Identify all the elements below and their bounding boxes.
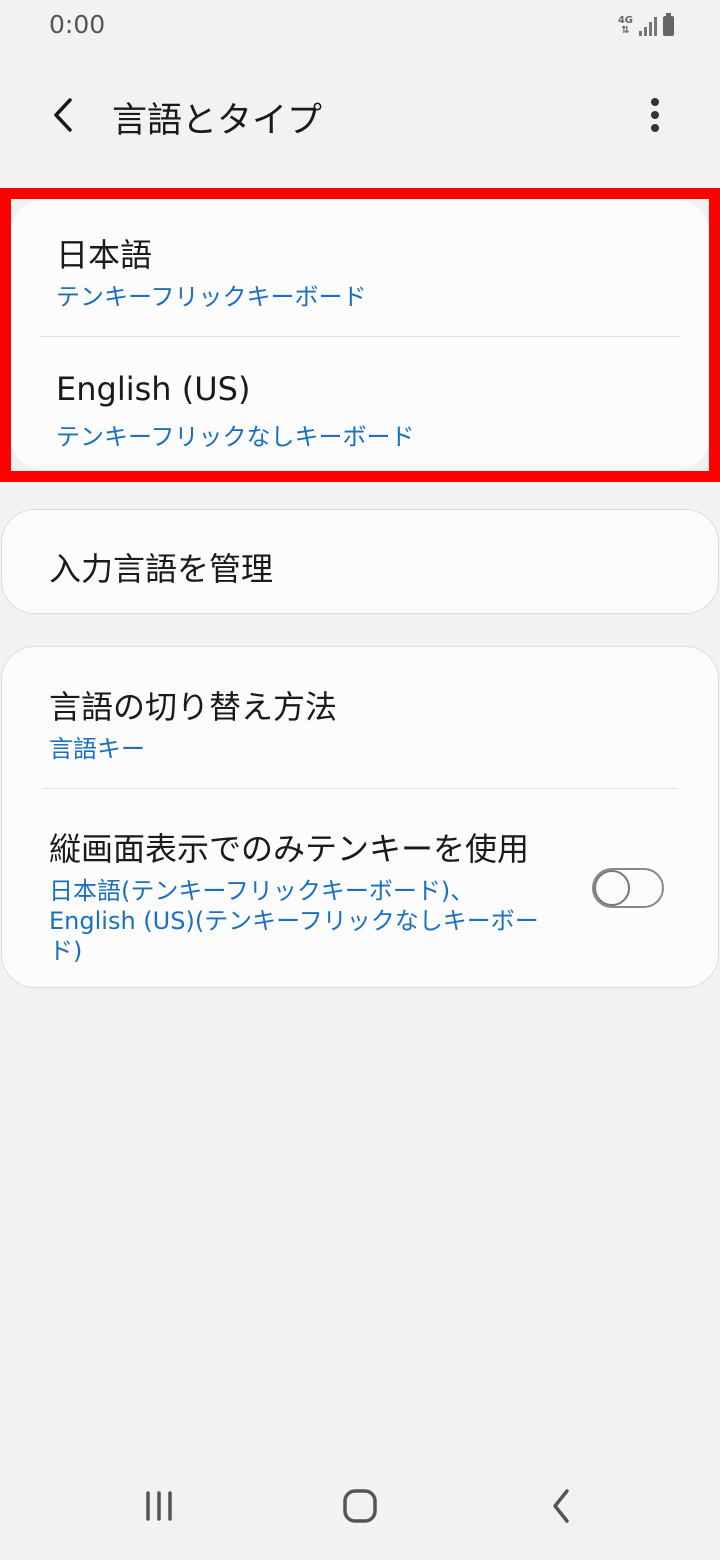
- signal-icon: [639, 16, 657, 36]
- recents-button[interactable]: [129, 1476, 189, 1536]
- keyboard-title: English (US): [56, 370, 251, 408]
- switch-method-item[interactable]: 言語の切り替え方法 言語キー: [2, 647, 718, 788]
- switch-method-subtitle: 言語キー: [49, 735, 145, 763]
- keyboard-item-japanese[interactable]: 日本語 テンキーフリックキーボード: [10, 200, 710, 337]
- back-icon: [553, 1489, 569, 1523]
- recents-icon: [146, 1491, 172, 1521]
- portrait-tenkey-subtitle-line3: ド): [49, 937, 83, 965]
- keyboard-subtitle: テンキーフリックキーボード: [56, 283, 367, 311]
- manage-languages-card: 入力言語を管理: [1, 509, 719, 614]
- status-icons: 4G ⇅: [618, 12, 674, 36]
- manage-languages-item[interactable]: 入力言語を管理: [2, 510, 718, 615]
- portrait-tenkey-subtitle-line2: English (US)(テンキーフリックなしキーボー: [49, 907, 539, 935]
- status-time: 0:00: [49, 10, 106, 39]
- input-settings-card: 言語の切り替え方法 言語キー 縦画面表示でのみテンキーを使用 日本語(テンキーフ…: [1, 646, 719, 988]
- switch-method-title: 言語の切り替え方法: [49, 688, 338, 726]
- status-bar: 0:00 4G ⇅: [0, 0, 720, 50]
- more-vertical-icon: [651, 98, 659, 132]
- home-button[interactable]: [330, 1476, 390, 1536]
- portrait-tenkey-title: 縦画面表示でのみテンキーを使用: [49, 830, 530, 868]
- manage-languages-title: 入力言語を管理: [49, 550, 274, 588]
- data-arrows-icon: ⇅: [621, 25, 630, 36]
- chevron-left-icon: [54, 98, 72, 132]
- keyboard-item-english[interactable]: English (US) テンキーフリックなしキーボード: [10, 337, 710, 470]
- network-4g-icon: 4G ⇅: [618, 16, 633, 36]
- battery-icon: [663, 13, 674, 36]
- keyboard-title: 日本語: [56, 236, 153, 274]
- more-options-button[interactable]: [630, 90, 680, 140]
- home-icon: [343, 1489, 377, 1523]
- toggle-knob: [594, 870, 630, 906]
- back-button[interactable]: [38, 90, 88, 140]
- navigation-bar: [0, 1460, 720, 1560]
- keyboard-list-card: 日本語 テンキーフリックキーボード English (US) テンキーフリックな…: [10, 200, 710, 470]
- keyboard-subtitle: テンキーフリックなしキーボード: [56, 423, 415, 451]
- app-bar: 言語とタイプ: [0, 70, 720, 160]
- nav-back-button[interactable]: [532, 1476, 592, 1536]
- portrait-tenkey-toggle[interactable]: [592, 868, 664, 908]
- page-title: 言語とタイプ: [112, 101, 323, 141]
